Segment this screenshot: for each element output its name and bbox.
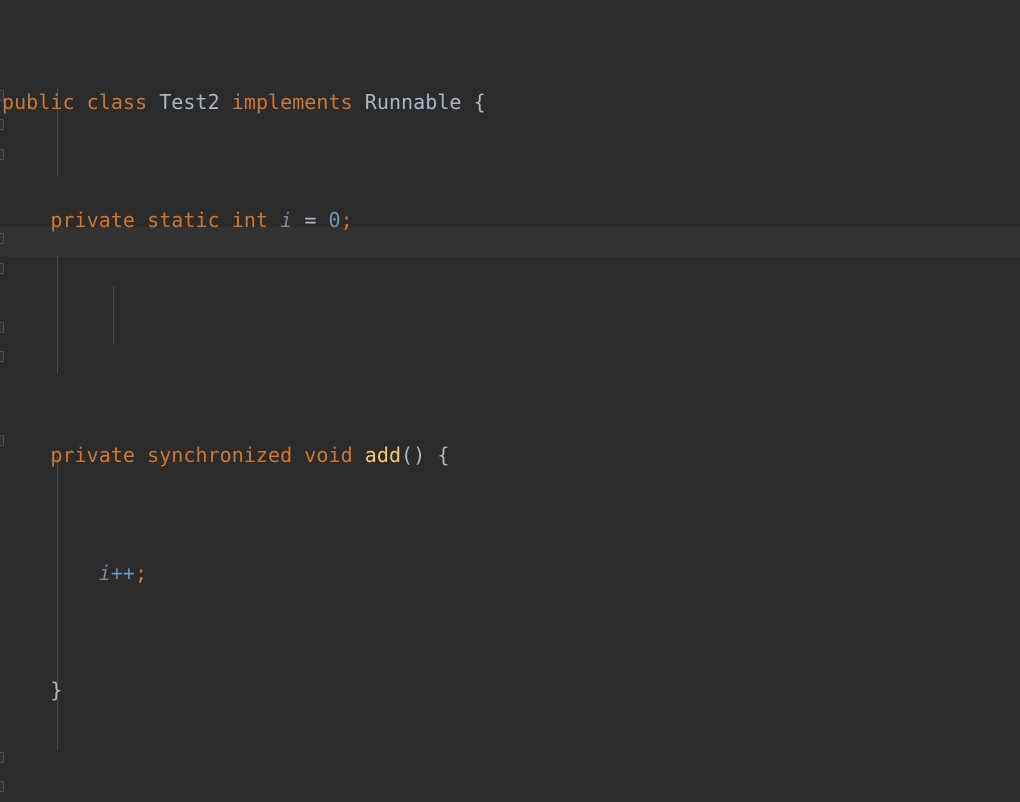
code-line-1[interactable]: public class Test2 implements Runnable { <box>0 88 1020 117</box>
token-keyword: static <box>147 207 220 232</box>
token-type-name: Test2 <box>159 90 220 115</box>
code-content[interactable]: public class Test2 implements Runnable {… <box>0 0 1020 802</box>
code-line-6[interactable]: } <box>0 676 1020 705</box>
token-operator: ++ <box>110 560 136 585</box>
token-keyword: int <box>231 207 269 232</box>
code-line-7[interactable] <box>0 794 1020 802</box>
token-keyword: public <box>2 90 75 115</box>
token-interface-name: Runnable <box>364 90 462 115</box>
token-parens: () <box>401 443 426 468</box>
code-line-3[interactable] <box>0 323 1020 352</box>
token-semicolon: ; <box>135 560 148 585</box>
token-number: 0 <box>328 207 341 232</box>
token-keyword: synchronized <box>147 443 293 468</box>
token-brace: } <box>50 678 63 703</box>
code-line-2[interactable]: private static int i = 0; <box>0 206 1020 235</box>
token-semicolon: ; <box>340 207 353 232</box>
token-static-field: i <box>280 207 293 232</box>
token-brace: { <box>437 443 450 468</box>
token-keyword: class <box>86 90 148 115</box>
token-static-field: i <box>98 560 111 585</box>
code-line-5[interactable]: i++; <box>0 559 1020 588</box>
token-keyword: void <box>304 443 353 468</box>
token-operator: = <box>304 207 317 232</box>
code-editor-surface[interactable]: public class Test2 implements Runnable {… <box>0 0 1020 802</box>
token-keyword: private <box>50 207 136 232</box>
code-line-4[interactable]: private synchronized void add() { <box>0 441 1020 470</box>
token-method-declaration: add <box>364 443 402 468</box>
token-brace: { <box>473 90 486 115</box>
token-keyword: private <box>50 443 136 468</box>
token-keyword: implements <box>231 90 353 115</box>
